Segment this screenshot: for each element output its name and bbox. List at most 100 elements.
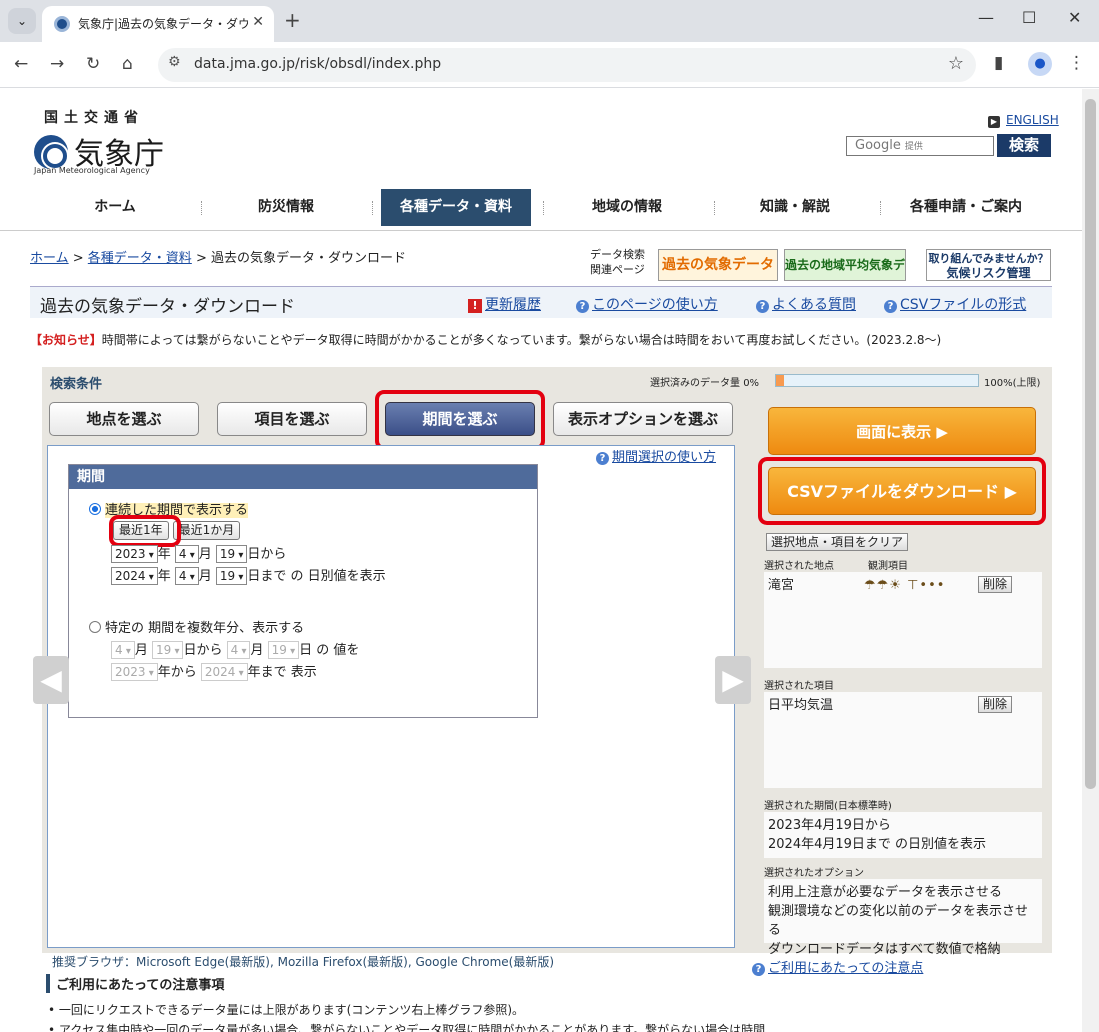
next-arrow-icon[interactable]: ▶ [715,656,751,704]
period-from-row: 2023年 4月 19日から [111,543,286,563]
tab-search-dropdown-icon[interactable]: ⌄ [8,8,36,34]
browser-tab[interactable]: 気象庁|過去の気象データ・ダウンロ ✕ [42,6,274,42]
nav-knowledge[interactable]: 知識・解説 [715,189,875,226]
unit-from: 日から [247,547,287,562]
options-label: 選択されたオプション [764,868,864,879]
breadcrumb-data[interactable]: 各種データ・資料 [88,251,192,266]
from-year-select[interactable]: 2023 [111,545,158,563]
selected-period-box: 2023年4月19日から 2024年4月19日まで の日別値を表示 [764,812,1042,858]
page-title: 過去の気象データ・ダウンロード [40,297,295,317]
new-tab-icon[interactable]: + [284,8,301,32]
stations-label: 選択された地点 [764,561,834,572]
tab-select-item[interactable]: 項目を選ぶ [217,402,367,436]
nav-home[interactable]: ホーム [30,189,200,226]
side-panel-icon[interactable]: ▮ [994,53,1003,73]
nav-data[interactable]: 各種データ・資料 [381,189,531,226]
browser-menu-icon[interactable]: ⋮ [1068,53,1085,73]
tab-select-station[interactable]: 地点を選ぶ [49,402,199,436]
usage-caution-link[interactable]: ? ご利用にあたっての注意点 [752,957,923,976]
jma-logo-icon[interactable] [34,135,68,169]
multi-year-option[interactable]: 特定の 期間を複数年分、表示する [89,617,304,636]
from-month-select[interactable]: 4 [174,545,199,563]
faq-link[interactable]: ? よくある質問 [756,294,856,314]
multi-to-month-select[interactable]: 4 [226,641,251,659]
multi-year-from-select[interactable]: 2023 [111,663,158,681]
home-icon[interactable]: ⌂ [122,54,133,74]
csv-format-link[interactable]: ? CSVファイルの形式 [884,294,1026,314]
to-day-select[interactable]: 19 [215,567,248,585]
selected-items-box: 日平均気温 削除 [764,692,1042,788]
caution-item-text: 一回にリクエストできるデータ量には上限があります(コンテンツ右上棒グラフ参照)。 [58,1003,525,1017]
back-icon[interactable]: ← [14,54,28,74]
multi-to-suffix: 日 の 値を [299,643,360,658]
site-search-input[interactable]: Google 提供 [846,136,994,156]
usage-caution-label: ご利用にあたっての注意点 [768,961,924,976]
multi-year-radio[interactable] [89,621,101,633]
from-day-select[interactable]: 19 [215,545,248,563]
prev-arrow-icon[interactable]: ◀ [33,656,69,704]
notice: 【お知らせ】時間帯によっては繋がらないことやデータ取得に時間がかかることが多くな… [30,331,941,348]
climate-risk-banner[interactable]: 取り組んでみませんか？ 気候リスク管理 [926,249,1051,281]
tab-display-options[interactable]: 表示オプションを選ぶ [553,402,733,436]
bookmark-star-icon[interactable]: ☆ [948,53,964,74]
highlight-period-tab [375,390,545,450]
selected-stations-box: 滝宮 ☂☂☀ ⊤••• 削除 [764,572,1042,668]
recent-month-button[interactable]: 最近1か月 [172,521,241,540]
multi-from-month-select[interactable]: 4 [111,641,135,659]
address-toolbar: ← → ↻ ⌂ ⚙ data.jma.go.jp/risk/obsdl/inde… [0,42,1099,88]
multi-year-from-suffix: 年から [157,665,197,680]
search-provider: 提供 [904,142,923,152]
forward-icon[interactable]: → [50,54,64,74]
climate-risk-line2: 気候リスク管理 [946,266,1031,280]
data-volume-min: 0% [743,378,760,389]
url-text[interactable]: data.jma.go.jp/risk/obsdl/index.php [194,56,441,72]
past-data-search-banner[interactable]: 過去の気象データ検索 [658,249,778,303]
page-scrollbar[interactable] [1082,89,1099,1032]
address-bar[interactable]: ⚙ data.jma.go.jp/risk/obsdl/index.php ☆ [158,48,976,82]
period-usage-label: 期間選択の使い方 [612,450,717,465]
update-history-link[interactable]: ! 更新履歴 [468,294,541,314]
to-year-select[interactable]: 2024 [111,567,158,585]
period-header: 期間 [69,465,537,489]
clear-selection-button[interactable]: 選択地点・項目をクリア [766,533,909,551]
csv-format-label: CSVファイルの形式 [900,297,1027,313]
show-on-screen-button[interactable]: 画面に表示 ▶ [768,407,1036,455]
site-info-icon[interactable]: ⚙ [168,54,181,70]
related-label-line2: 関連ページ [590,263,645,276]
agency-name-en: Japan Meteorological Agency [34,166,150,175]
data-volume-bar [775,374,979,387]
help-icon: ? [596,452,609,465]
multi-year-to-select[interactable]: 2024 [200,663,248,681]
multi-to-day-select[interactable]: 19 [267,641,300,659]
regional-average-banner[interactable]: 過去の地域平均気象データ検索 [784,249,906,302]
tab-close-icon[interactable]: ✕ [252,14,264,30]
multi-from-day-select[interactable]: 19 [152,641,184,659]
notice-text: 時間帯によっては繋がらないことやデータ取得に時間がかかることが多くなっています。… [101,333,942,347]
window-close-icon[interactable]: ✕ [1068,8,1081,27]
nav-separator [372,201,373,215]
to-month-select[interactable]: 4 [174,567,199,585]
breadcrumb-home[interactable]: ホーム [30,251,69,266]
nav-application[interactable]: 各種申請・ご案内 [881,189,1051,226]
multi-year-label: 特定の 期間を複数年分、表示する [105,621,305,636]
related-label-line1: データ検索 [590,248,645,261]
english-link[interactable]: ENGLISH [988,113,1059,128]
period-usage-link[interactable]: ? 期間選択の使い方 [596,446,716,465]
global-nav: ホーム 防災情報 各種データ・資料 地域の情報 知識・解説 各種申請・ご案内 [30,189,1054,226]
profile-avatar-icon[interactable]: ● [1028,52,1052,76]
minimize-icon[interactable]: — [978,8,994,27]
maximize-icon[interactable]: ☐ [1022,8,1036,27]
page-title-bar: 過去の気象データ・ダウンロード ! 更新履歴 ? このページの使い方 ? よくある質問… [30,286,1052,318]
unit-year: 年 [157,569,171,584]
nav-region[interactable]: 地域の情報 [544,189,710,226]
climate-risk-line1: 取り組んでみませんか？ [928,252,1049,265]
nav-disaster[interactable]: 防災情報 [202,189,370,226]
breadcrumb-current: 過去の気象データ・ダウンロード [210,251,406,266]
reload-icon[interactable]: ↻ [86,54,100,74]
delete-item-button[interactable]: 削除 [978,696,1013,713]
continuous-period-radio[interactable] [89,503,101,515]
delete-station-button[interactable]: 削除 [978,576,1013,593]
scrollbar-thumb[interactable] [1085,99,1096,789]
search-button[interactable]: 検索 [997,134,1051,157]
howto-link[interactable]: ? このページの使い方 [576,294,718,314]
